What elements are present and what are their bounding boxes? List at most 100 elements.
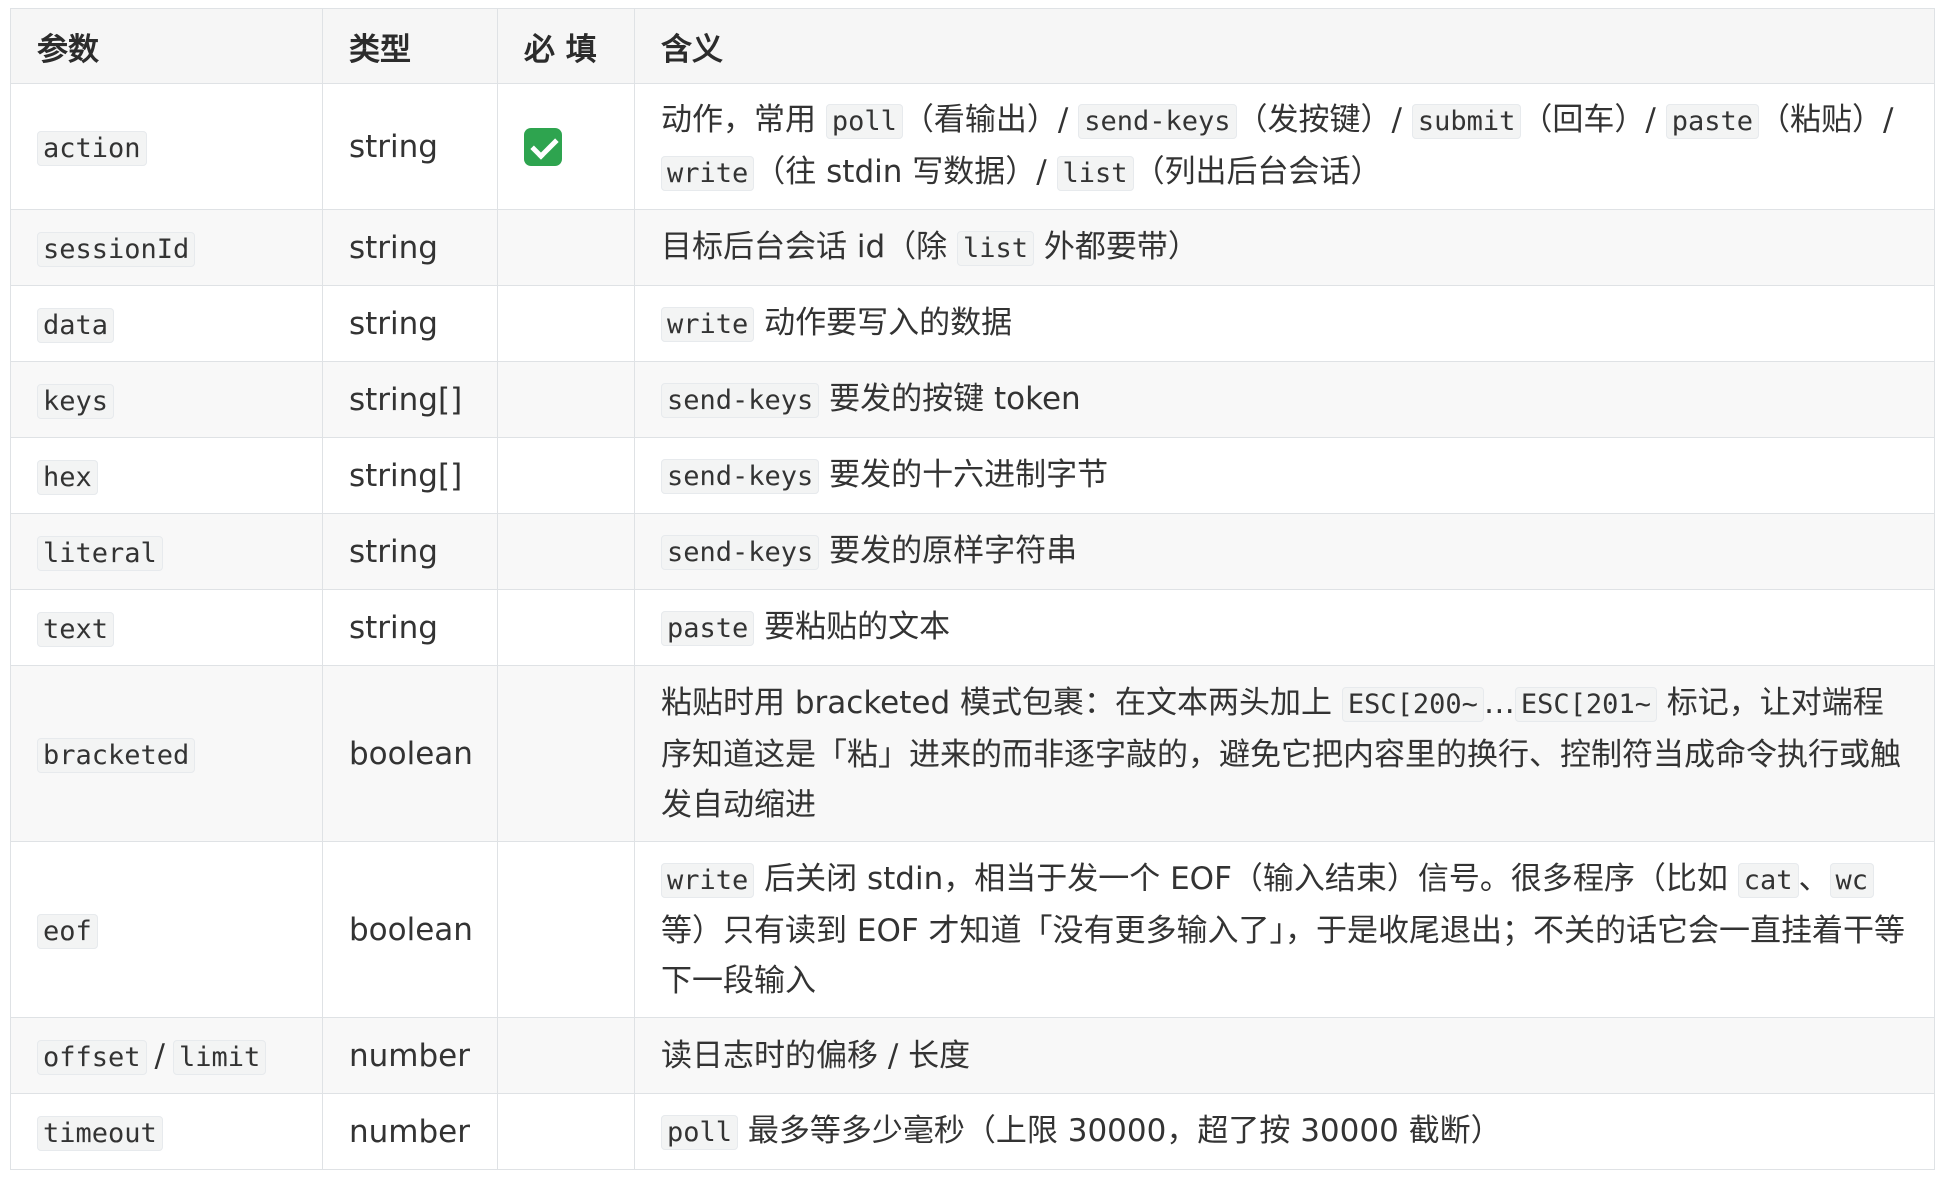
table-row: action string 动作，常用 poll （看输出）/ send-keys （发… <box>10 83 1935 210</box>
table-row: hex string[] send-keys 要发的十六进制字节 <box>10 437 1935 514</box>
param-cell: keys <box>10 361 323 438</box>
table-row: timeout number poll 最多等多少毫秒（上限 30000，超了按 3… <box>10 1093 1935 1170</box>
required-cell <box>497 1017 635 1094</box>
inline-code: write <box>661 306 755 342</box>
required-cell <box>497 665 635 842</box>
description-cell: 粘贴时用 bracketed 模式包裹：在文本两头加上 ESC[200~… ESC… <box>634 665 1935 842</box>
param-cell: literal <box>10 513 323 590</box>
description-text: 外都要带） <box>1034 228 1199 265</box>
inline-code: wc <box>1829 862 1875 898</box>
inline-code: cat <box>1737 862 1799 898</box>
table-row: eof boolean write 后关闭 stdin，相当于发一个 EOF（输入结… <box>10 841 1935 1018</box>
param-name: bracketed <box>37 737 196 773</box>
param-name: literal <box>37 535 163 571</box>
table-row: offset / limit number 读日志时的偏移 / 长度 <box>10 1017 1935 1094</box>
required-cell <box>497 437 635 514</box>
param-name: timeout <box>37 1115 163 1151</box>
description-text: 要粘贴的文本 <box>754 608 951 645</box>
type-cell: string <box>322 513 498 590</box>
table-row: literal string send-keys 要发的原样字符串 <box>10 513 1935 590</box>
param-cell: text <box>10 589 323 666</box>
required-cell <box>497 83 635 210</box>
header-required: 必 填 <box>497 8 635 84</box>
required-cell <box>497 361 635 438</box>
table-row: keys string[] send-keys 要发的按键 token <box>10 361 1935 438</box>
type-cell: boolean <box>322 841 498 1018</box>
type-cell: string[] <box>322 437 498 514</box>
required-cell <box>497 285 635 362</box>
description-cell: poll 最多等多少毫秒（上限 30000，超了按 30000 截断） <box>634 1093 1935 1170</box>
description-cell: send-keys 要发的原样字符串 <box>634 513 1935 590</box>
param-cell: data <box>10 285 323 362</box>
description-cell: 读日志时的偏移 / 长度 <box>634 1017 1935 1094</box>
param-name: offset <box>37 1039 147 1075</box>
required-cell <box>497 513 635 590</box>
header-type: 类型 <box>322 8 498 84</box>
description-text: 等）只有读到 EOF 才知道「没有更多输入了」，于是收尾退出；不关的话它会一直挂… <box>661 912 1906 999</box>
inline-code: paste <box>1665 103 1759 139</box>
param-name: action <box>37 130 147 166</box>
required-cell <box>497 841 635 1018</box>
description-cell: 目标后台会话 id（除 list 外都要带） <box>634 209 1935 286</box>
table-header: 参数 类型 必 填 含义 <box>10 8 1935 84</box>
description-cell: paste 要粘贴的文本 <box>634 589 1935 666</box>
required-cell <box>497 589 635 666</box>
inline-code: poll <box>661 1114 739 1150</box>
inline-code: ESC[201~ <box>1514 686 1657 722</box>
param-separator: / <box>154 1037 165 1074</box>
type-cell: string <box>322 589 498 666</box>
inline-code: send-keys <box>1078 103 1237 139</box>
type-cell: string[] <box>322 361 498 438</box>
param-name: data <box>37 307 115 343</box>
header-row: 参数 类型 必 填 含义 <box>10 8 1935 84</box>
description-cell: send-keys 要发的十六进制字节 <box>634 437 1935 514</box>
description-text: （看输出）/ <box>902 101 1079 138</box>
description-text: （发按键）/ <box>1236 101 1412 138</box>
inline-code: send-keys <box>661 458 820 494</box>
table-row: bracketed boolean 粘贴时用 bracketed 模式包裹：在文本两… <box>10 665 1935 842</box>
description-cell: send-keys 要发的按键 token <box>634 361 1935 438</box>
type-cell: number <box>322 1017 498 1094</box>
inline-code: ESC[200~ <box>1341 686 1484 722</box>
description-text: 粘贴时用 bracketed 模式包裹：在文本两头加上 <box>661 684 1342 721</box>
description-text: 要发的按键 token <box>819 380 1081 417</box>
inline-code: list <box>1056 155 1134 191</box>
inline-code: write <box>661 155 755 191</box>
table-row: text string paste 要粘贴的文本 <box>10 589 1935 666</box>
type-cell: string <box>322 285 498 362</box>
param-name: sessionId <box>37 231 196 267</box>
description-text: （粘贴）/ <box>1758 101 1894 138</box>
param-name: limit <box>173 1039 267 1075</box>
description-text: 要发的原样字符串 <box>819 532 1078 569</box>
header-meaning: 含义 <box>634 8 1935 84</box>
param-name: text <box>37 611 115 647</box>
description-text: （回车）/ <box>1521 101 1666 138</box>
param-name: eof <box>37 913 98 949</box>
table-row: data string write 动作要写入的数据 <box>10 285 1935 362</box>
description-cell: write 动作要写入的数据 <box>634 285 1935 362</box>
type-cell: string <box>322 83 498 210</box>
description-cell: 动作，常用 poll （看输出）/ send-keys （发按键）/ submit （… <box>634 83 1935 210</box>
type-cell: boolean <box>322 665 498 842</box>
inline-code: write <box>661 862 755 898</box>
required-cell <box>497 1093 635 1170</box>
description-text: 最多等多少毫秒（上限 30000，超了按 30000 截断） <box>738 1112 1502 1149</box>
required-cell <box>497 209 635 286</box>
type-cell: string <box>322 209 498 286</box>
description-text: 动作要写入的数据 <box>754 304 1013 341</box>
description-text: 后关闭 stdin，相当于发一个 EOF（输入结束）信号。很多程序（比如 <box>754 860 1738 897</box>
param-cell: eof <box>10 841 323 1018</box>
params-table: 参数 类型 必 填 含义 action string 动作，常用 poll （看输出）… <box>10 8 1935 1170</box>
param-name: hex <box>37 459 98 495</box>
table-row: sessionId string 目标后台会话 id（除 list 外都要带） <box>10 209 1935 286</box>
param-cell: action <box>10 83 323 210</box>
description-cell: write 后关闭 stdin，相当于发一个 EOF（输入结束）信号。很多程序（… <box>634 841 1935 1018</box>
param-name: keys <box>37 383 115 419</box>
param-cell: hex <box>10 437 323 514</box>
param-cell: bracketed <box>10 665 323 842</box>
param-cell: sessionId <box>10 209 323 286</box>
description-text: 动作，常用 <box>661 101 826 138</box>
inline-code: submit <box>1411 103 1522 139</box>
description-text: 读日志时的偏移 / 长度 <box>661 1037 971 1074</box>
inline-code: paste <box>661 610 755 646</box>
